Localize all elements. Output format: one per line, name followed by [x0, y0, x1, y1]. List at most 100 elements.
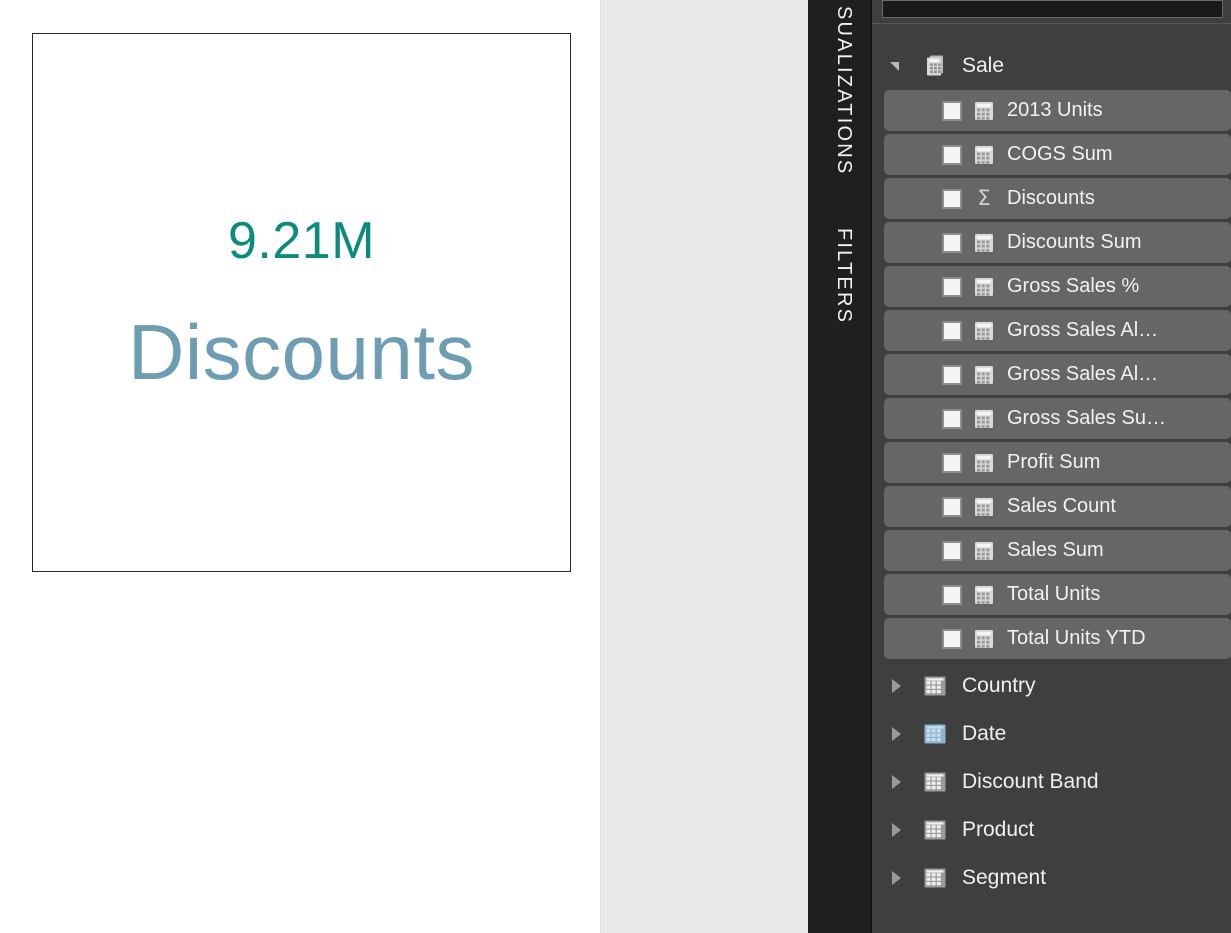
triangle-down-icon[interactable] [886, 55, 908, 77]
field-checkbox[interactable] [942, 408, 962, 429]
field-row[interactable]: Profit Sum [884, 442, 1231, 483]
field-label: Total Units YTD [1007, 627, 1146, 649]
visualizations-pane-tab[interactable]: SUALIZATIONS [832, 6, 855, 175]
triangle-right-icon[interactable] [886, 771, 908, 793]
calculator-icon [973, 408, 995, 430]
table-icon [922, 865, 948, 891]
field-checkbox[interactable] [942, 276, 962, 297]
field-row[interactable]: Sales Count [884, 486, 1231, 527]
fields-table-date[interactable]: Date [872, 710, 1231, 758]
calculator-icon [973, 584, 995, 606]
field-checkbox[interactable] [942, 364, 962, 385]
field-checkbox[interactable] [942, 100, 962, 121]
calculator-icon [973, 452, 995, 474]
field-label: Sales Sum [1007, 539, 1104, 561]
calculator-icon [973, 628, 995, 650]
field-label: Discounts Sum [1007, 231, 1142, 253]
calculator-icon [973, 408, 995, 430]
fields-table-sale[interactable]: Sale [872, 42, 1231, 90]
field-checkbox[interactable] [942, 144, 962, 165]
discounts-card-visual[interactable]: 9.21M Discounts [32, 33, 571, 572]
calculator-icon [973, 100, 995, 122]
calculator-icon [973, 452, 995, 474]
fields-table-label: Country [962, 674, 1036, 697]
field-label: Gross Sales Al… [1007, 319, 1159, 341]
calculator-icon [973, 320, 995, 342]
field-row[interactable]: 2013 Units [884, 90, 1231, 131]
field-row[interactable]: Sales Sum [884, 530, 1231, 571]
field-label: 2013 Units [1007, 99, 1103, 121]
filters-pane-tab[interactable]: FILTERS [832, 228, 855, 324]
calculator-icon [973, 144, 995, 166]
calculator-icon [973, 496, 995, 518]
field-row[interactable]: Gross Sales Su… [884, 398, 1231, 439]
field-checkbox[interactable] [942, 540, 962, 561]
field-row[interactable]: Discounts Sum [884, 222, 1231, 263]
field-label: COGS Sum [1007, 143, 1113, 165]
calculator-icon [973, 276, 995, 298]
field-row[interactable]: Total Units YTD [884, 618, 1231, 659]
field-label: Gross Sales % [1007, 275, 1140, 297]
field-row[interactable]: Gross Sales Al… [884, 310, 1231, 351]
fields-pane: Sale 2013 Units COGS Sum Σ Discounts Disco… [872, 0, 1231, 933]
table-icon [922, 673, 948, 699]
fields-table-product[interactable]: Product [872, 806, 1231, 854]
triangle-right-icon[interactable] [886, 867, 908, 889]
calculator-icon [973, 100, 995, 122]
fields-tree: Sale 2013 Units COGS Sum Σ Discounts Disco… [872, 24, 1231, 933]
calculator-icon [973, 276, 995, 298]
field-checkbox[interactable] [942, 188, 962, 209]
table-icon [922, 817, 948, 843]
triangle-right-icon[interactable] [886, 819, 908, 841]
date-table-icon [922, 721, 948, 747]
field-row[interactable]: Total Units [884, 574, 1231, 615]
fields-table-country[interactable]: Country [872, 662, 1231, 710]
calculator-icon [973, 320, 995, 342]
measure-table-icon [922, 53, 948, 79]
field-checkbox[interactable] [942, 496, 962, 517]
triangle-right-icon[interactable] [886, 723, 908, 745]
sigma-icon: Σ [973, 188, 995, 210]
field-checkbox[interactable] [942, 584, 962, 605]
field-label: Total Units [1007, 583, 1101, 605]
table-icon [922, 673, 948, 699]
field-checkbox[interactable] [942, 452, 962, 473]
field-label: Profit Sum [1007, 451, 1101, 473]
fields-table-segment[interactable]: Segment [872, 854, 1231, 902]
twisty-glyph [892, 775, 901, 789]
sigma-icon: Σ [977, 186, 991, 210]
calculator-icon [973, 232, 995, 254]
field-row[interactable]: Gross Sales % [884, 266, 1231, 307]
triangle-right-icon[interactable] [886, 675, 908, 697]
fields-search-input[interactable] [882, 0, 1223, 18]
calculator-icon [973, 540, 995, 562]
field-row[interactable]: Σ Discounts [884, 178, 1231, 219]
calculator-icon [973, 584, 995, 606]
card-value: 9.21M [227, 211, 376, 270]
field-label: Gross Sales Su… [1007, 407, 1166, 429]
field-checkbox[interactable] [942, 232, 962, 253]
table-icon [922, 865, 948, 891]
date-table-icon [922, 721, 948, 747]
field-label: Discounts [1007, 187, 1095, 209]
calculator-icon [973, 540, 995, 562]
field-label: Gross Sales Al… [1007, 363, 1159, 385]
canvas-gutter [600, 0, 808, 933]
report-canvas[interactable]: 9.21M Discounts [0, 0, 600, 933]
calculator-icon [973, 144, 995, 166]
twisty-glyph [892, 679, 901, 693]
table-icon [922, 817, 948, 843]
card-category-label: Discounts [128, 307, 475, 396]
field-row[interactable]: Gross Sales Al… [884, 354, 1231, 395]
fields-table-label: Sale [962, 54, 1005, 77]
field-row[interactable]: COGS Sum [884, 134, 1231, 175]
table-icon [922, 769, 948, 795]
table-icon [922, 769, 948, 795]
power-bi-report-window: 9.21M Discounts SUALIZATIONS FILTERS Sal… [0, 0, 1231, 933]
calculator-icon [973, 628, 995, 650]
field-checkbox[interactable] [942, 628, 962, 649]
fields-table-discount-band[interactable]: Discount Band [872, 758, 1231, 806]
field-checkbox[interactable] [942, 320, 962, 341]
calculator-icon [973, 364, 995, 386]
collapsed-pane-rail: SUALIZATIONS FILTERS [808, 0, 872, 933]
